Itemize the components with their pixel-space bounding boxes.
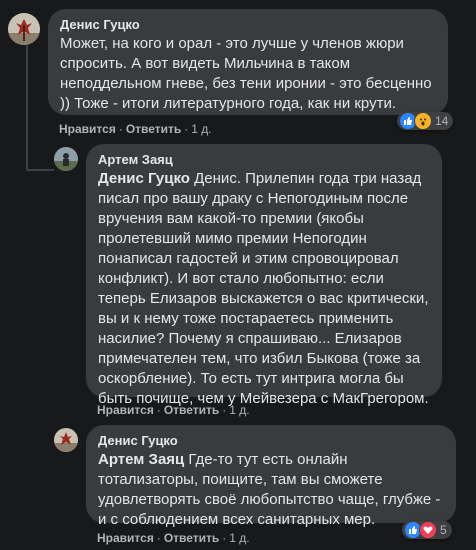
comment-text: Денис Гуцко Денис. Прилепин года три наз… <box>98 170 429 407</box>
comment-time[interactable]: 1 д. <box>191 122 211 136</box>
comment-author[interactable]: Артем Заяц <box>98 152 430 168</box>
thread-line <box>26 44 28 169</box>
comment-actions: Нравится · Ответить · 1 д. <box>97 403 250 417</box>
comment-text: Может, на кого и орал - это лучше у член… <box>60 35 432 112</box>
mention-link[interactable]: Денис Гуцко <box>98 170 190 187</box>
comment-author[interactable]: Денис Гуцко <box>98 433 444 449</box>
thread-line <box>26 169 54 171</box>
like-button[interactable]: Нравится <box>97 403 154 417</box>
comment-bubble: Денис Гуцко Артем Заяц Где-то тут есть о… <box>86 425 456 528</box>
comment-time[interactable]: 1 д. <box>229 531 249 545</box>
avatar[interactable] <box>8 13 40 45</box>
love-icon <box>419 521 437 539</box>
like-button[interactable]: Нравится <box>59 122 116 136</box>
reactions-count: 5 <box>440 523 447 537</box>
reply-button[interactable]: Ответить <box>126 122 181 136</box>
reply-button[interactable]: Ответить <box>164 403 219 417</box>
reactions-count: 14 <box>435 114 449 128</box>
reply-button[interactable]: Ответить <box>164 531 219 545</box>
avatar[interactable] <box>54 428 78 452</box>
like-button[interactable]: Нравится <box>97 531 154 545</box>
wow-icon <box>414 112 432 130</box>
comment-actions: Нравится · Ответить · 1 д. <box>59 122 212 136</box>
comment-text: Артем Заяц Где-то тут есть онлайн тотали… <box>98 451 441 528</box>
comment-author[interactable]: Денис Гуцко <box>60 17 436 33</box>
reactions-summary[interactable]: 5 <box>402 521 452 539</box>
avatar[interactable] <box>54 147 78 171</box>
reactions-summary[interactable]: 14 <box>397 112 454 130</box>
mention-link[interactable]: Артем Заяц <box>98 451 184 468</box>
comment-time[interactable]: 1 д. <box>229 403 249 417</box>
comment-bubble: Денис Гуцко Может, на кого и орал - это … <box>48 9 448 115</box>
comment-actions: Нравится · Ответить · 1 д. <box>97 531 250 545</box>
comment-bubble: Артем Заяц Денис Гуцко Денис. Прилепин г… <box>86 144 442 407</box>
